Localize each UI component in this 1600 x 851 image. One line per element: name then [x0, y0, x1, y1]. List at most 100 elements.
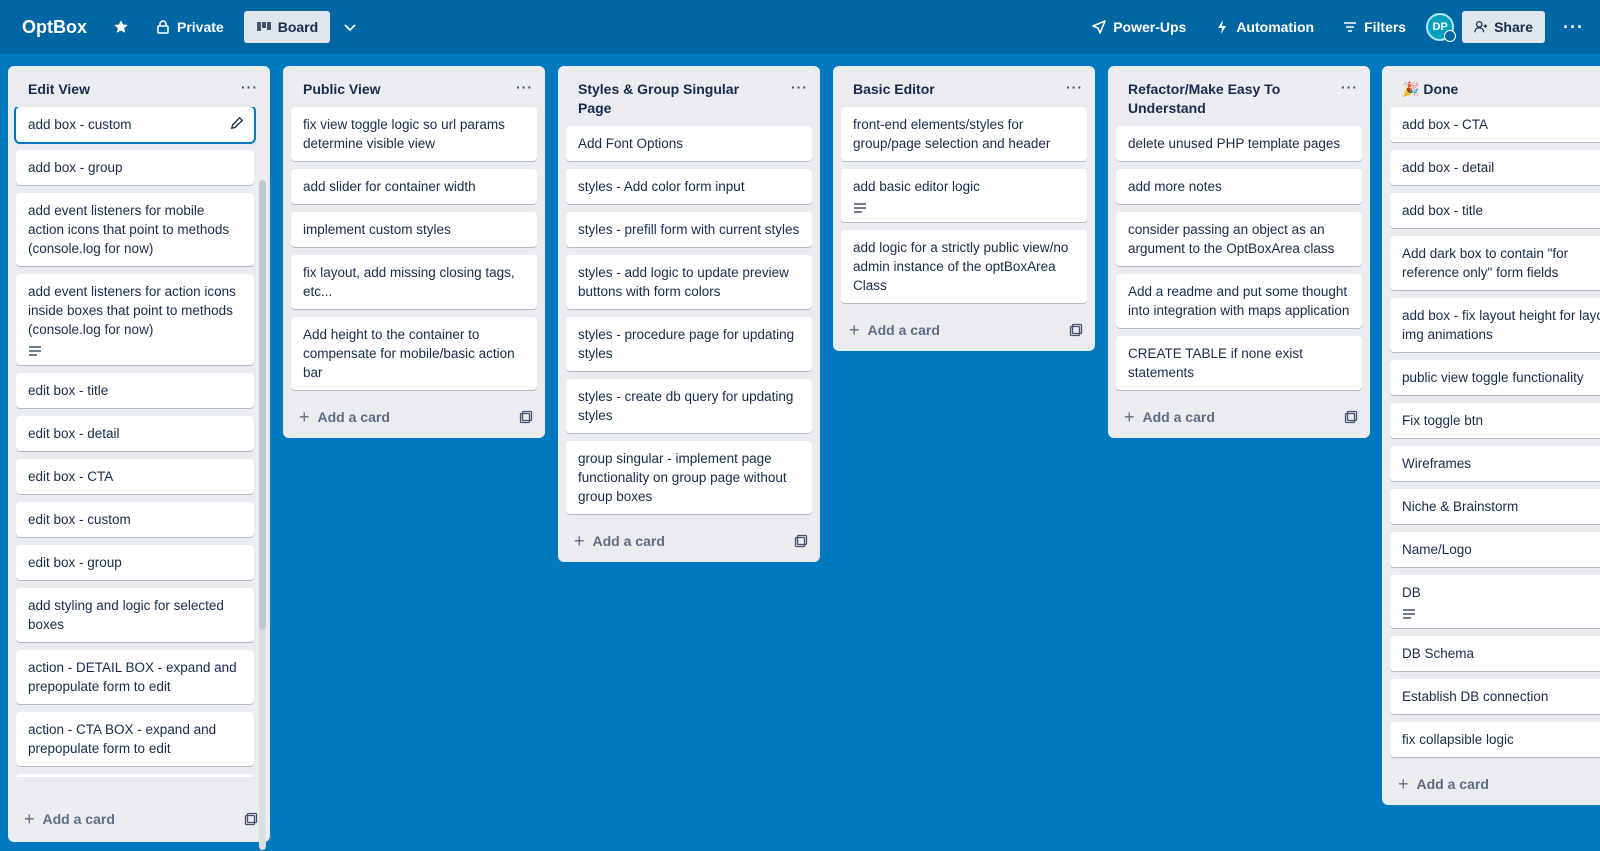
card-title: add box - custom — [28, 117, 132, 132]
card[interactable]: styles - create db query for updating st… — [566, 379, 812, 433]
card-title: edit box - title — [28, 383, 109, 398]
card[interactable]: edit box - detail — [16, 416, 254, 451]
card[interactable]: add box - CTA — [1390, 107, 1600, 142]
star-button[interactable] — [107, 11, 135, 43]
card-title: Establish DB connection — [1402, 689, 1549, 704]
card[interactable]: edit box - custom — [16, 502, 254, 537]
card[interactable]: Add Font Options — [566, 126, 812, 161]
list-refactor: Refactor/Make Easy To Understand ··· del… — [1108, 66, 1370, 438]
list-menu-button[interactable]: ··· — [241, 78, 258, 97]
card[interactable]: Niche & Brainstorm — [1390, 489, 1600, 524]
card-title: edit box - group — [28, 555, 122, 570]
add-card-button[interactable]: + Add a card — [833, 311, 1095, 343]
add-card-button[interactable]: + Add a card — [1382, 765, 1600, 797]
list-header: Public View ··· — [283, 66, 545, 107]
card[interactable]: edit box - CTA — [16, 459, 254, 494]
card[interactable]: Wireframes — [1390, 446, 1600, 481]
card-title: action - CTA BOX - expand and prepopulat… — [28, 722, 217, 756]
list-menu-button[interactable]: ··· — [516, 78, 533, 97]
board-title[interactable]: OptBox — [22, 17, 87, 38]
filters-button[interactable]: Filters — [1334, 11, 1414, 43]
card[interactable]: group singular - implement page function… — [566, 441, 812, 514]
card[interactable]: fix layout, add missing closing tags, et… — [291, 255, 537, 309]
card[interactable]: add logic for a strictly public view/no … — [841, 230, 1087, 303]
card[interactable]: add slider for container width — [291, 169, 537, 204]
card[interactable]: styles - add logic to update preview but… — [566, 255, 812, 309]
card[interactable]: add box - fix layout height for layo img… — [1390, 298, 1600, 352]
card[interactable]: edit box - title — [16, 373, 254, 408]
template-icon[interactable] — [794, 534, 808, 548]
card[interactable]: public view toggle functionality — [1390, 360, 1600, 395]
power-ups-button[interactable]: Power-Ups — [1083, 11, 1194, 43]
card[interactable]: add box - title — [1390, 193, 1600, 228]
rocket-icon — [1092, 20, 1106, 34]
card[interactable]: implement custom styles — [291, 212, 537, 247]
add-card-button[interactable]: + Add a card — [558, 522, 820, 554]
plus-icon: + — [299, 407, 310, 427]
card[interactable]: fix collapsible logic — [1390, 722, 1600, 757]
card[interactable]: add box - group — [16, 150, 254, 185]
card[interactable]: consider passing an object as an argumen… — [1116, 212, 1362, 266]
template-icon[interactable] — [244, 812, 258, 826]
card[interactable]: Add a readme and put some thought into i… — [1116, 274, 1362, 328]
card[interactable]: Add height to the container to compensat… — [291, 317, 537, 390]
list-title[interactable]: Basic Editor — [853, 80, 935, 99]
card[interactable] — [16, 774, 254, 777]
share-button[interactable]: Share — [1462, 11, 1546, 43]
list-title[interactable]: Styles & Group Singular Page — [578, 80, 768, 118]
card[interactable]: DB — [1390, 575, 1600, 628]
view-switcher-button[interactable] — [334, 11, 366, 43]
card[interactable]: CREATE TABLE if none exist statements — [1116, 336, 1362, 390]
card[interactable]: action - CTA BOX - expand and prepopulat… — [16, 712, 254, 766]
list-title[interactable]: 🎉 Done — [1402, 80, 1458, 99]
card[interactable]: Fix toggle btn — [1390, 403, 1600, 438]
card[interactable]: add more notes — [1116, 169, 1362, 204]
card[interactable]: action - DETAIL BOX - expand and prepopu… — [16, 650, 254, 704]
scrollbar-thumb[interactable] — [259, 180, 266, 630]
list-title[interactable]: Refactor/Make Easy To Understand — [1128, 80, 1318, 118]
card-title: Wireframes — [1402, 456, 1472, 471]
add-card-button[interactable]: + Add a card — [1108, 398, 1370, 430]
card[interactable]: add basic editor logic — [841, 169, 1087, 222]
share-label: Share — [1494, 19, 1534, 35]
card[interactable]: styles - prefill form with current style… — [566, 212, 812, 247]
list-menu-button[interactable]: ··· — [1341, 78, 1358, 97]
card[interactable]: Add dark box to contain "for reference o… — [1390, 236, 1600, 290]
template-icon[interactable] — [1069, 323, 1083, 337]
template-icon[interactable] — [519, 410, 533, 424]
card[interactable]: add styling and logic for selected boxes — [16, 588, 254, 642]
card-list: add box - CTA add box - detail add box -… — [1382, 107, 1600, 757]
list-title[interactable]: Edit View — [28, 80, 90, 99]
card[interactable]: add event listeners for mobile action ic… — [16, 193, 254, 266]
card[interactable]: DB Schema — [1390, 636, 1600, 671]
card[interactable]: styles - Add color form input — [566, 169, 812, 204]
visibility-button[interactable]: Private — [147, 11, 232, 43]
card[interactable]: fix view toggle logic so url params dete… — [291, 107, 537, 161]
list-title[interactable]: Public View — [303, 80, 381, 99]
card[interactable]: Name/Logo — [1390, 532, 1600, 567]
card-title: styles - Add color form input — [578, 179, 745, 194]
card[interactable]: add event listeners for action icons ins… — [16, 274, 254, 365]
party-popper-icon: 🎉 — [1402, 81, 1420, 97]
pencil-icon[interactable] — [230, 116, 244, 130]
list-menu-button[interactable]: ··· — [791, 78, 808, 97]
card[interactable]: Establish DB connection — [1390, 679, 1600, 714]
template-icon[interactable] — [1344, 410, 1358, 424]
avatar[interactable]: DP — [1426, 13, 1457, 42]
plus-icon: + — [1398, 774, 1409, 794]
card[interactable]: edit box - group — [16, 545, 254, 580]
board-menu-button[interactable]: ··· — [1557, 17, 1590, 38]
card[interactable]: add box - detail — [1390, 150, 1600, 185]
list-scrollbar[interactable] — [259, 180, 266, 850]
card[interactable]: add box - custom — [16, 107, 254, 142]
board-view-button[interactable]: Board — [243, 11, 331, 43]
add-card-button[interactable]: + Add a card — [283, 398, 545, 430]
card-title: styles - create db query for updating st… — [578, 389, 794, 423]
list-menu-button[interactable]: ··· — [1066, 78, 1083, 97]
card[interactable]: styles - procedure page for updating sty… — [566, 317, 812, 371]
card[interactable]: front-end elements/styles for group/page… — [841, 107, 1087, 161]
card-list: add box - custom add box - group add eve… — [8, 107, 270, 777]
automation-button[interactable]: Automation — [1206, 11, 1322, 43]
card[interactable]: delete unused PHP template pages — [1116, 126, 1362, 161]
add-card-button[interactable]: + Add a card — [8, 800, 270, 832]
